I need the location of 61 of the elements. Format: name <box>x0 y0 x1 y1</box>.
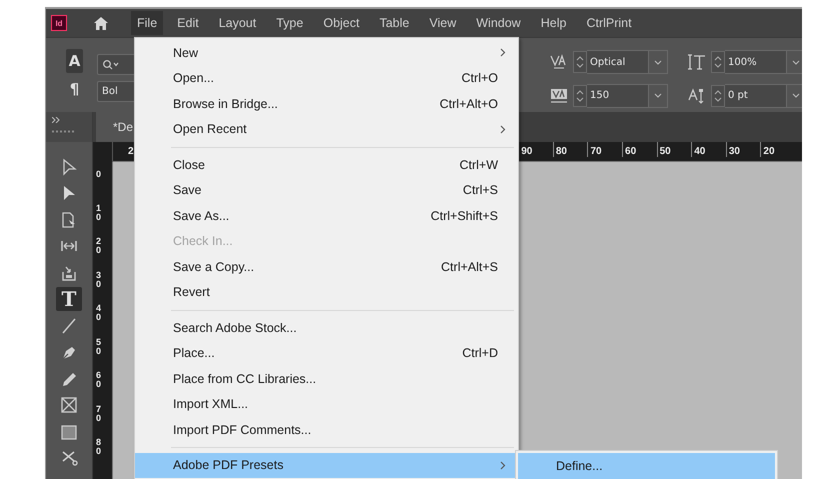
menu-item[interactable]: Type <box>270 11 310 35</box>
type-tool[interactable]: T <box>56 287 82 311</box>
value-field[interactable]: 100% <box>725 50 787 74</box>
menu-item[interactable]: Revert <box>135 280 518 305</box>
shortcut-text: Ctrl+Alt+S <box>441 260 498 274</box>
ruler-label: 40 <box>691 142 726 157</box>
shortcut-text: Ctrl+W <box>459 158 498 172</box>
ruler-label: 20 <box>760 142 795 157</box>
ruler-label: 70 <box>587 142 622 157</box>
field-value: 0 pt <box>728 90 748 101</box>
ruler-label: 60 <box>622 142 657 157</box>
menu-item[interactable]: Open Recent <box>135 116 518 142</box>
menu-item[interactable]: File <box>131 11 164 35</box>
ruler-label: 80 <box>96 438 101 458</box>
ruler-label: 60 <box>96 371 101 392</box>
menu-item[interactable]: Import PDF Comments... <box>135 417 518 442</box>
menu-item[interactable]: Table <box>373 11 416 35</box>
ruler-label: 2 <box>128 145 134 157</box>
value-field[interactable]: Optical <box>587 50 649 74</box>
field-value: 100% <box>728 56 757 68</box>
ruler-label: 30 <box>726 142 760 157</box>
menu-item[interactable]: Place from CC Libraries... <box>135 366 518 392</box>
ruler-label: 0 <box>96 170 101 181</box>
app-logo: Id <box>51 15 67 31</box>
field-value: Bol <box>102 86 118 97</box>
menu-item[interactable]: Import XML... <box>135 392 518 417</box>
mode-button[interactable]: ¶ <box>66 77 83 101</box>
shortcut-text: Ctrl+Shift+S <box>430 208 498 223</box>
menu-item[interactable]: Help <box>534 11 572 35</box>
shortcut-text: Ctrl+Alt+O <box>440 96 498 111</box>
value-field[interactable]: 0 pt <box>725 84 787 108</box>
menu-item[interactable]: Define... <box>518 453 775 478</box>
shortcut-text: Ctrl+D <box>462 346 498 360</box>
ruler-label: 50 <box>656 142 692 157</box>
field-value: 150 <box>590 90 610 101</box>
field-value: Optical <box>590 56 626 68</box>
menu-item[interactable]: View <box>423 11 462 35</box>
value-field[interactable]: 150 <box>587 84 649 108</box>
menu-item[interactable]: Object <box>317 11 366 35</box>
shortcut-text: Ctrl+S <box>462 183 498 198</box>
ruler-label: 50 <box>96 338 101 358</box>
menu-item[interactable]: Save As... Ctrl+Shift+S <box>135 203 518 228</box>
menu-item[interactable]: Place... Ctrl+D <box>135 340 518 366</box>
ruler-label: 30 <box>96 270 101 291</box>
menu-item[interactable]: Close Ctrl+W <box>135 152 518 178</box>
ruler-label: 20 <box>96 237 101 258</box>
menu-item[interactable]: Layout <box>212 11 262 35</box>
shortcut-text: Ctrl+O <box>462 71 498 86</box>
menu-item[interactable]: Window <box>470 11 527 35</box>
menu-item[interactable]: New <box>135 40 518 66</box>
mode-button[interactable]: A <box>66 49 83 73</box>
ruler-label: 10 <box>96 204 101 224</box>
ruler-label: 70 <box>96 404 101 425</box>
menu-item[interactable]: Save Ctrl+S <box>135 178 518 203</box>
menu-item[interactable]: Search Adobe Stock... <box>135 315 518 340</box>
menu-item[interactable]: Edit <box>171 11 205 35</box>
ruler-label: 80 <box>552 142 588 157</box>
ruler-label: 40 <box>96 304 101 324</box>
menu-item[interactable]: Adobe PDF Presets <box>135 452 518 478</box>
menu-item[interactable]: Save a Copy... Ctrl+Alt+S <box>135 254 518 280</box>
menu-item[interactable]: CtrlPrint <box>580 11 638 35</box>
